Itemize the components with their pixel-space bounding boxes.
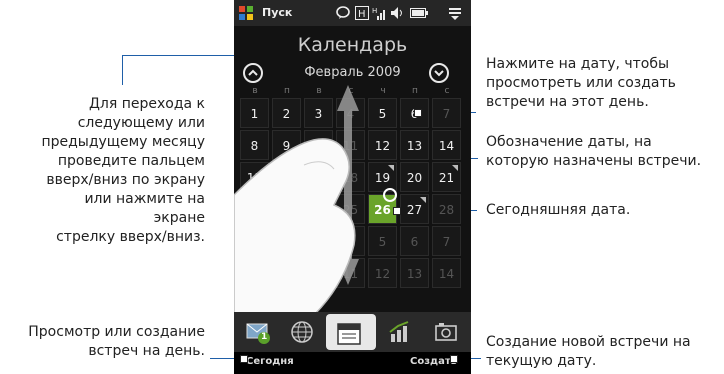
internet-tab[interactable]	[280, 314, 324, 350]
signal-icon: H	[372, 7, 385, 20]
today-button-annotation: Просмотр или создание встреч на день.	[28, 324, 205, 359]
calendar-day-cell[interactable]: 7	[432, 98, 461, 128]
weekday-label: п	[412, 86, 418, 96]
photos-tab[interactable]	[424, 314, 468, 350]
callout-dot	[240, 355, 248, 363]
prev-month-button[interactable]	[243, 63, 263, 83]
calendar-day-cell[interactable]: 3	[304, 98, 333, 128]
start-label[interactable]: Пуск	[262, 6, 292, 19]
month-label: Февраль 2009	[304, 65, 401, 80]
weekday-label: в	[252, 86, 258, 96]
menu-icon[interactable]	[448, 6, 462, 20]
status-bar: Пуск H H	[234, 0, 471, 26]
h-network-icon: H	[355, 6, 369, 20]
camera-icon	[435, 323, 457, 341]
create-button-annotation: Создание новой встречи на текущую дату.	[486, 334, 691, 369]
calendar-icon	[337, 323, 361, 345]
swipe-annotation: Для перехода к следующему или предыдущем…	[41, 96, 205, 245]
calendar-tab[interactable]	[326, 314, 376, 350]
svg-text:H: H	[372, 7, 377, 15]
calendar-day-cell[interactable]: 28	[432, 194, 461, 224]
calendar-title: Календарь	[297, 34, 408, 56]
calendar-day-cell[interactable]: 14	[432, 130, 461, 160]
weekday-label: п	[284, 86, 290, 96]
tab-bar: 1	[234, 312, 471, 352]
chat-icon	[336, 6, 350, 19]
globe-icon	[291, 321, 313, 343]
mail-badge: 1	[261, 332, 268, 342]
appointment-marker-annotation: Обозначение даты, на которую назначены в…	[486, 134, 702, 169]
stocks-tab[interactable]	[378, 314, 422, 350]
calendar-day-cell[interactable]: 7	[432, 226, 461, 256]
tap-date-annotation: Нажмите на дату, чтобы просмотреть или с…	[486, 56, 676, 110]
callout-dot	[414, 109, 422, 117]
calendar-day-cell[interactable]: 2	[272, 98, 301, 128]
calendar-day-cell[interactable]: 14	[432, 258, 461, 288]
weekday-label: с	[444, 86, 450, 96]
today-date-annotation: Сегодняшняя дата.	[486, 202, 631, 218]
next-month-button[interactable]	[429, 63, 449, 83]
weekday-label: ч	[380, 86, 386, 96]
hand-gesture-icon	[234, 138, 356, 315]
speaker-icon[interactable]	[390, 6, 404, 20]
svg-text:H: H	[358, 9, 366, 20]
swipe-callout-line-v	[122, 55, 123, 85]
windows-logo-icon[interactable]	[238, 5, 254, 21]
calendar-day-cell[interactable]: 13	[400, 258, 429, 288]
battery-icon	[410, 8, 428, 18]
calendar-day-cell[interactable]: 27	[400, 194, 429, 224]
chart-icon	[389, 321, 409, 342]
calendar-day-cell[interactable]: 1	[240, 98, 269, 128]
callout-dot	[450, 355, 458, 363]
appointment-callout-circle	[383, 188, 397, 202]
mail-tab[interactable]: 1	[236, 314, 280, 350]
bottom-bar: Сегодня Создать	[234, 352, 471, 374]
chevron-up-icon	[248, 69, 258, 76]
calendar-day-cell[interactable]: 13	[400, 130, 429, 160]
chevron-down-icon	[434, 70, 444, 77]
calendar-day-cell[interactable]: 20	[400, 162, 429, 192]
today-button[interactable]: Сегодня	[246, 356, 294, 367]
calendar-day-cell[interactable]: 21	[432, 162, 461, 192]
calendar-day-cell[interactable]: 5	[368, 98, 397, 128]
phone-screen: Пуск H H Календарь Февраль 2009 в п в с	[234, 0, 471, 374]
weekday-label: в	[316, 86, 322, 96]
calendar-day-cell[interactable]: 6	[400, 226, 429, 256]
callout-dot	[393, 207, 401, 215]
